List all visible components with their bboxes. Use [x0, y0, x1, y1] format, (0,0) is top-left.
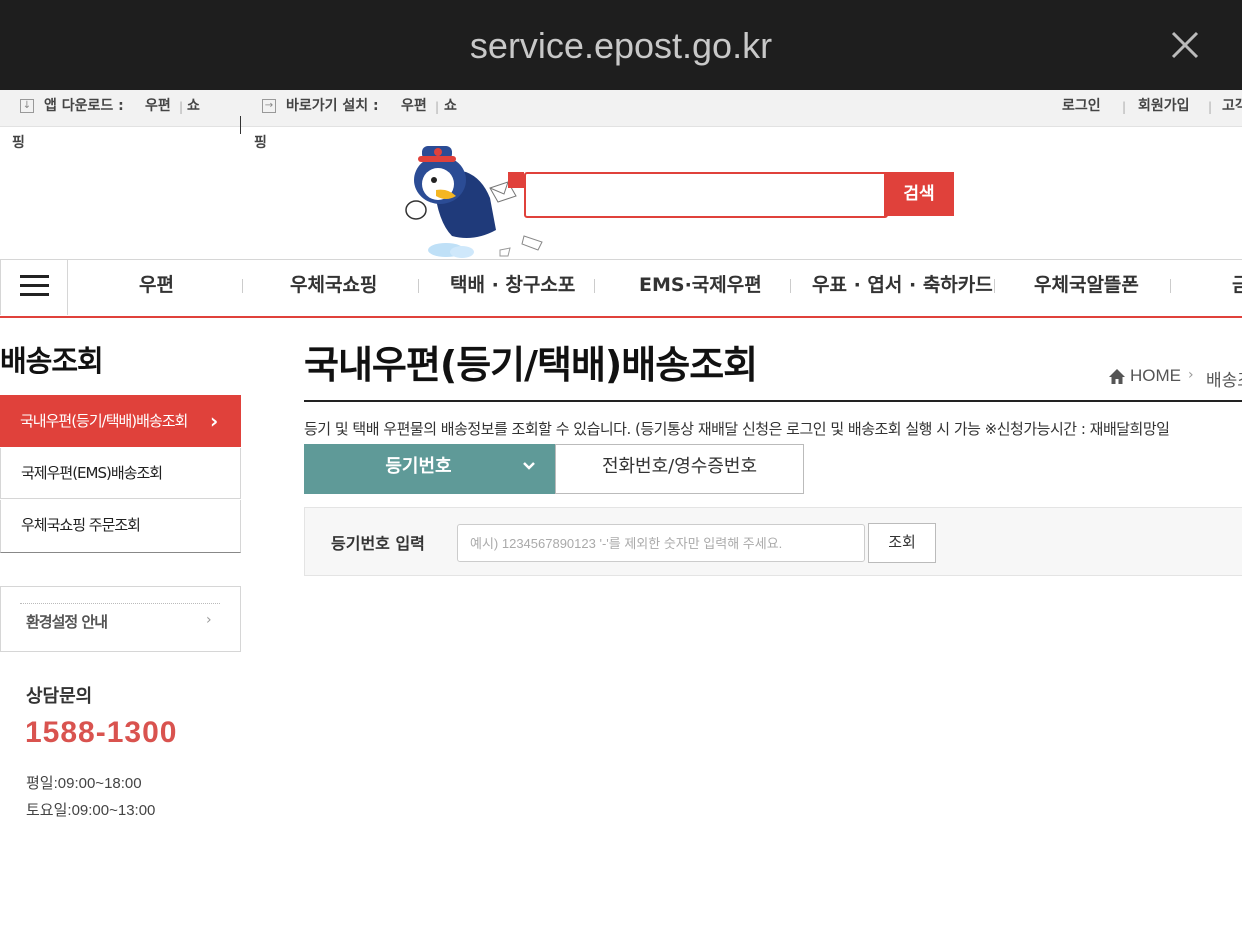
shortcut-icon: →: [262, 99, 276, 113]
search-button[interactable]: 검색: [884, 172, 954, 216]
separator: |: [435, 100, 440, 114]
customer-link[interactable]: 고객: [1222, 97, 1242, 115]
tab-registration-number[interactable]: 등기번호: [304, 444, 555, 494]
page-description: 등기 및 택배 우편물의 배송정보를 조회할 수 있습니다. (등기통상 재배달…: [304, 420, 1170, 438]
sidebar-item-ems[interactable]: 국제우편(EMS)배송조회: [0, 448, 241, 499]
app-link-shopping[interactable]: 쇼: [187, 97, 200, 115]
signup-link[interactable]: 회원가입: [1138, 97, 1190, 115]
sidebar-item-domestic[interactable]: 국내우편(등기/택배)배송조회 ›: [0, 395, 241, 447]
gnb-item-ems[interactable]: EMS·국제우편: [639, 272, 762, 298]
separator: [242, 279, 243, 293]
consult-phone: 1588-1300: [25, 716, 178, 749]
consult-title: 상담문의: [26, 686, 93, 707]
separator: [594, 279, 595, 293]
page-title: 국내우편(등기/택배)배송조회: [304, 343, 758, 387]
gnb-item-stamps[interactable]: 우표 · 엽서 · 축하카드: [812, 272, 993, 298]
separator: |: [179, 100, 184, 114]
app-download-label: 앱 다운로드 :: [44, 98, 124, 114]
separator: [418, 279, 419, 293]
shortcut-link-shopping[interactable]: 쇼: [444, 97, 457, 115]
divider: [20, 603, 220, 604]
download-icon: ↓: [20, 99, 34, 113]
chevron-right-icon: ›: [210, 409, 218, 433]
registration-number-input[interactable]: [457, 524, 865, 562]
divider: [240, 116, 241, 134]
breadcrumb-current: 배송조: [1206, 371, 1242, 391]
separator: [994, 279, 995, 293]
hamburger-menu-button[interactable]: [0, 259, 68, 315]
query-button[interactable]: 조회: [868, 523, 936, 563]
gnb-item-parcel[interactable]: 택배 · 창구소포: [450, 272, 575, 298]
separator: [1170, 279, 1171, 293]
gnb-item-finance[interactable]: 금: [1232, 272, 1242, 298]
hours-saturday: 토요일:09:00~13:00: [26, 802, 156, 819]
gnb-item-shopping[interactable]: 우체국쇼핑: [290, 272, 377, 298]
divider: [304, 400, 1242, 402]
shortcut-link-shopping-wrap[interactable]: 핑: [254, 134, 267, 152]
close-icon[interactable]: [1164, 24, 1206, 66]
home-icon[interactable]: [1108, 368, 1126, 385]
shortcut-link-post[interactable]: 우편: [401, 97, 427, 115]
separator: |: [1208, 100, 1213, 114]
menu-icon: [20, 275, 49, 296]
separator: [790, 279, 791, 293]
sidebar-item-shopping-order[interactable]: 우체국쇼핑 주문조회: [0, 500, 241, 553]
shortcut-label: 바로가기 설치 :: [286, 98, 379, 114]
sidebar-item-label: 국내우편(등기/택배)배송조회: [20, 412, 188, 430]
hours-weekday: 평일:09:00~18:00: [26, 775, 142, 792]
chevron-right-icon: ›: [206, 612, 212, 628]
chevron-down-icon: [523, 462, 535, 470]
separator: |: [1122, 100, 1127, 114]
gnb-item-mobile[interactable]: 우체국알뜰폰: [1034, 272, 1139, 298]
app-link-post[interactable]: 우편: [145, 97, 171, 115]
url-text[interactable]: service.epost.go.kr: [0, 24, 1242, 68]
tab-phone-receipt-number[interactable]: 전화번호/영수증번호: [555, 444, 804, 494]
env-settings-label[interactable]: 환경설정 안내: [26, 611, 108, 632]
main-search-input[interactable]: [524, 172, 888, 218]
app-link-shopping-wrap[interactable]: 핑: [12, 134, 25, 152]
sidebar-title: 배송조회: [0, 344, 104, 378]
chevron-right-icon: ›: [1188, 367, 1194, 383]
login-link[interactable]: 로그인: [1062, 97, 1101, 115]
gnb-item-post[interactable]: 우편: [139, 272, 174, 298]
registration-number-label: 등기번호 입력: [331, 534, 425, 553]
breadcrumb-home[interactable]: HOME: [1130, 366, 1181, 386]
